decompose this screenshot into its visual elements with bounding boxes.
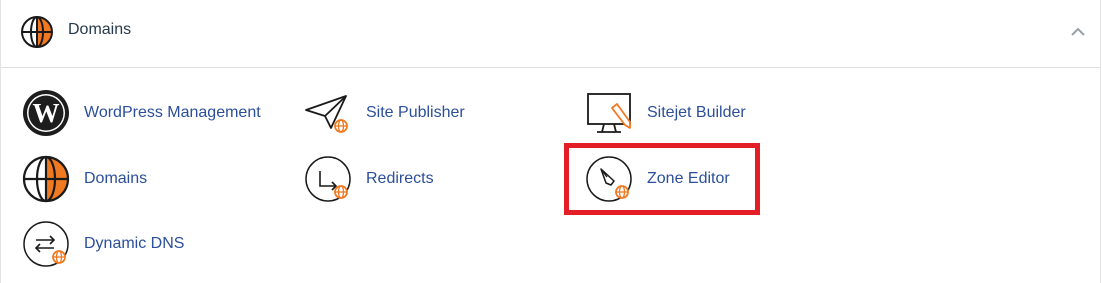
redirect-arrow-icon [305,156,351,202]
globe-icon [22,155,70,203]
monitor-pencil-icon [587,93,631,133]
domains-panel: Domains W WordPress Management Site Publ… [0,0,1101,283]
section-header[interactable]: Domains [1,0,1100,68]
section-title: Domains [68,21,132,38]
sitejet-builder-link[interactable]: Sitejet Builder [584,88,746,138]
domains-label: Domains [84,170,148,187]
wordpress-management-label: WordPress Management [84,104,261,121]
zone-editor-label: Zone Editor [647,170,730,187]
svg-text:W: W [33,98,60,128]
redirects-label: Redirects [366,170,434,187]
wordpress-management-link[interactable]: W WordPress Management [21,88,261,138]
globe-icon [21,16,53,48]
paper-plane-icon [305,95,348,133]
site-publisher-link[interactable]: Site Publisher [303,88,465,138]
sitejet-builder-label: Sitejet Builder [647,104,746,121]
wordpress-icon: W [23,90,69,136]
redirects-link[interactable]: Redirects [303,154,434,204]
chevron-up-icon[interactable] [1070,26,1086,38]
domains-link[interactable]: Domains [21,154,147,204]
site-publisher-label: Site Publisher [366,104,465,121]
dynamic-dns-label: Dynamic DNS [84,235,185,252]
swap-arrows-icon [23,221,69,267]
zone-editor-link[interactable]: Zone Editor [584,154,730,204]
zone-editor-icon [586,156,632,202]
dynamic-dns-link[interactable]: Dynamic DNS [21,219,184,269]
